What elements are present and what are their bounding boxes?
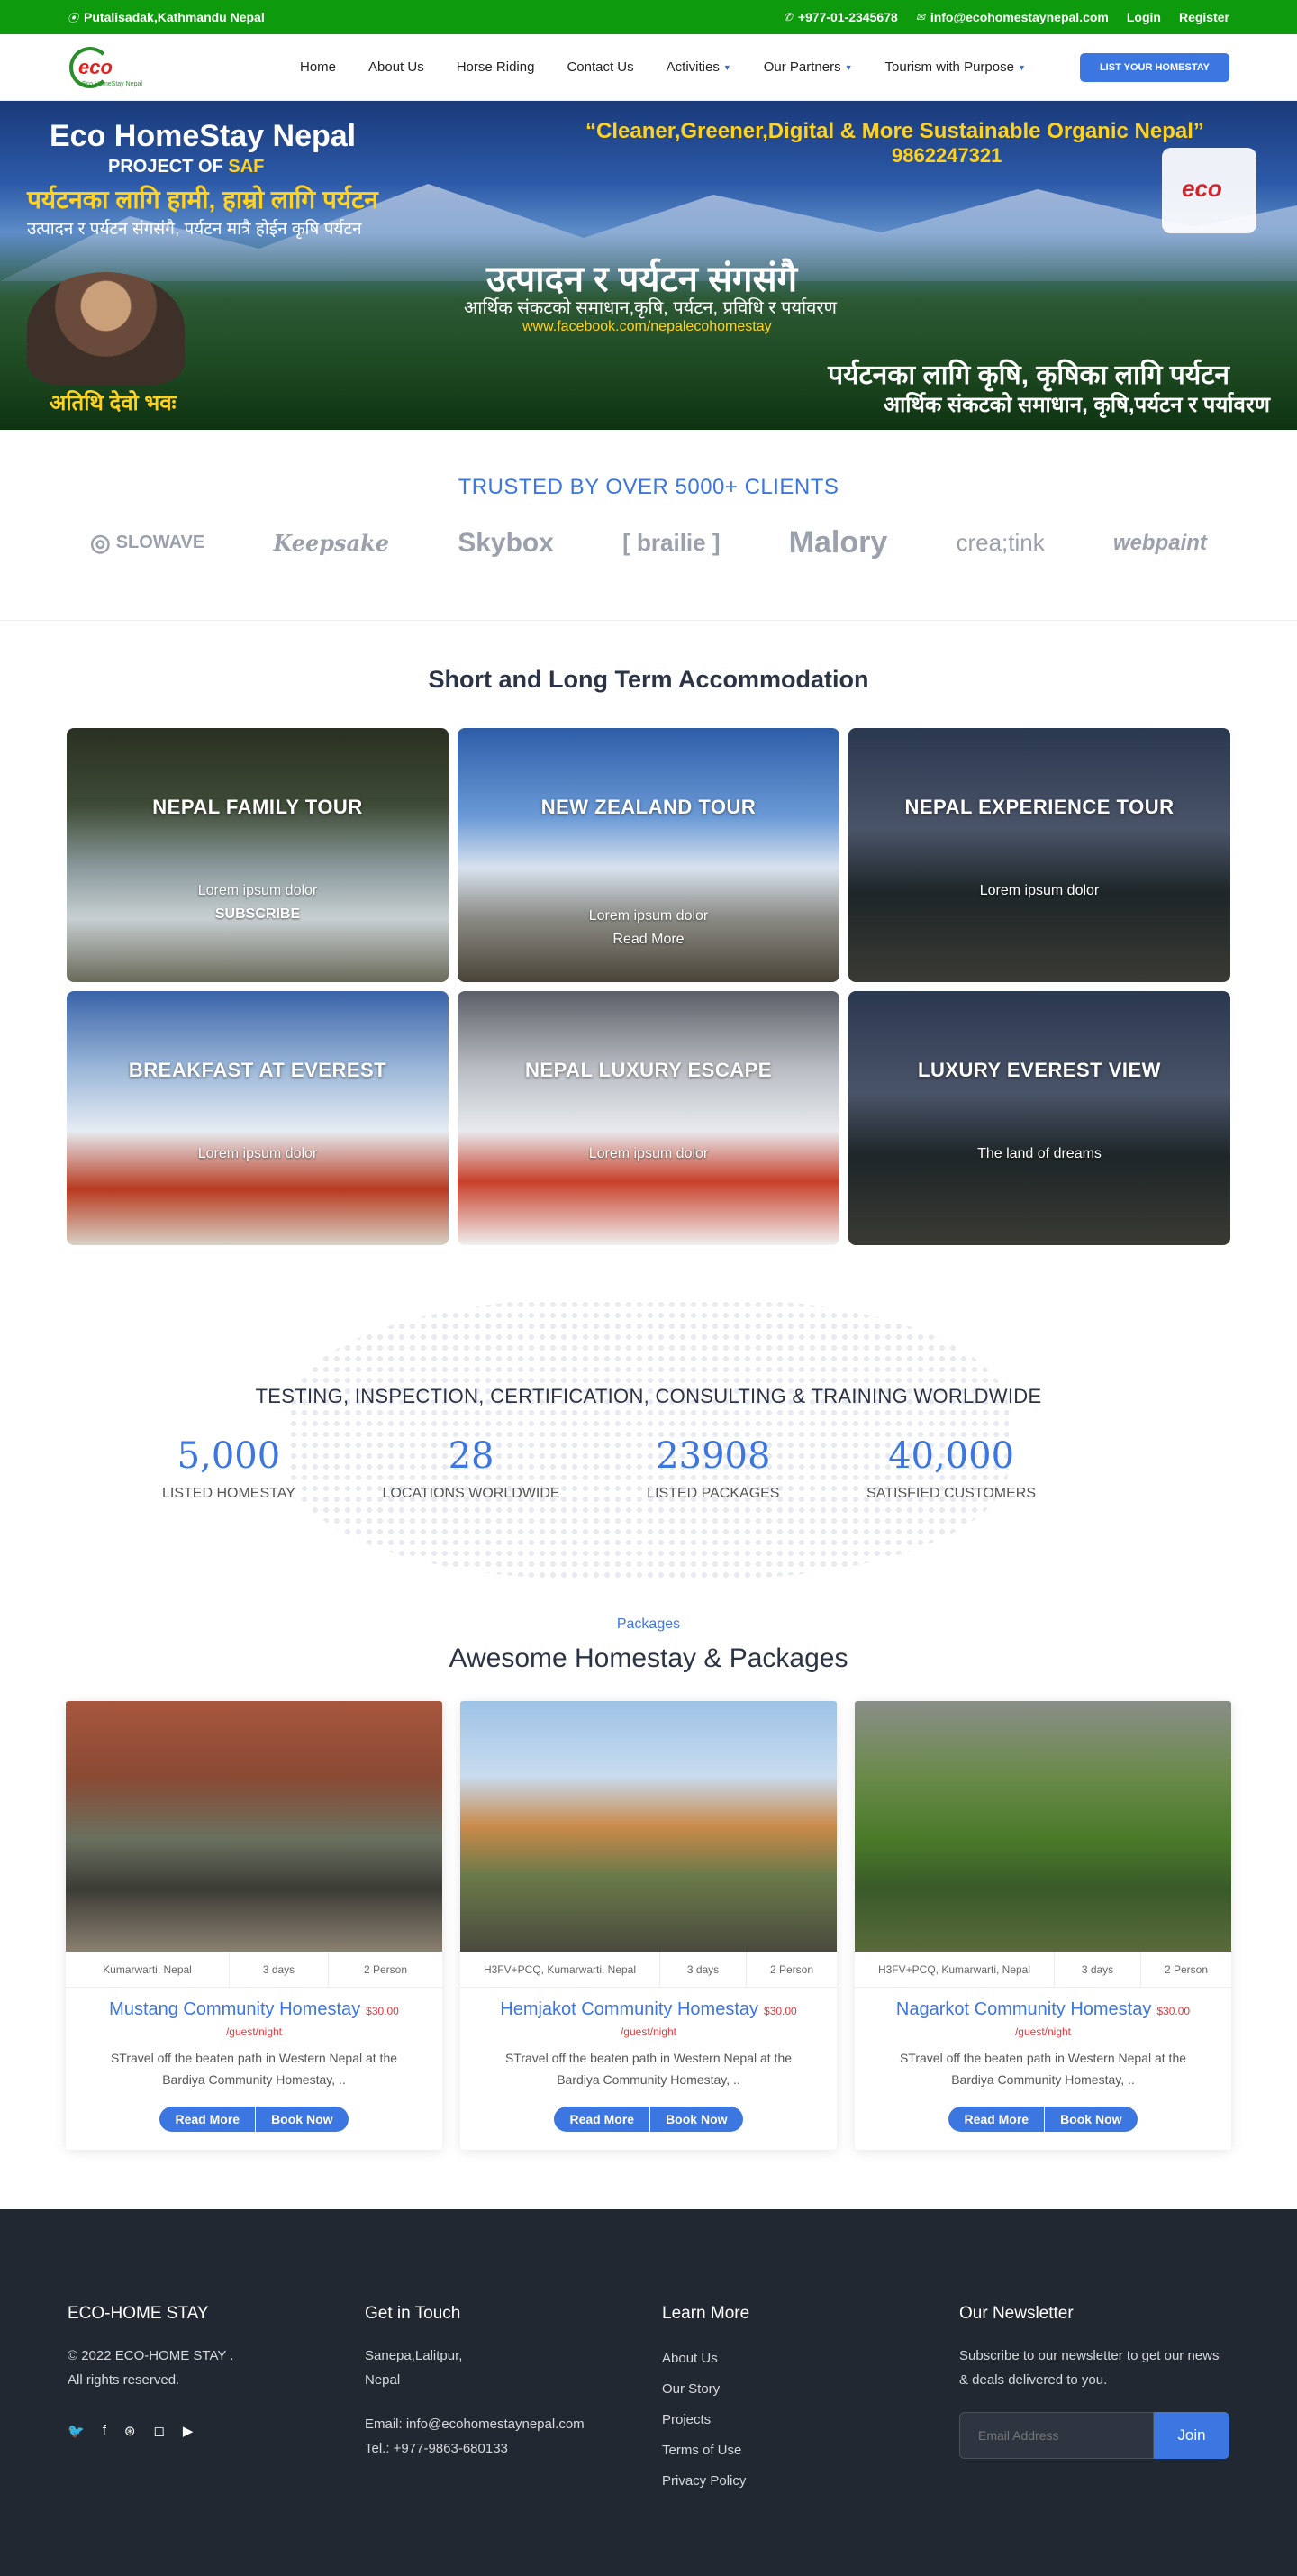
package-name[interactable]: Mustang Community Homestay	[109, 1999, 360, 2019]
brand-logo: [ brailie ]	[622, 529, 721, 556]
footer-brand: ECO-HOME STAY	[68, 2304, 209, 2323]
instagram-icon[interactable]: ◻	[153, 2423, 164, 2439]
nav-home[interactable]: Home	[284, 59, 352, 75]
stat-item: 28 LOCATIONS WORLDWIDE	[382, 1435, 560, 1501]
packages-subtitle: Packages	[616, 1616, 681, 1632]
package-card: H3FV+PCQ, Kumarwarti, Nepal 3 days 2 Perso…	[855, 1701, 1231, 2150]
read-more-button[interactable]: Read More	[159, 2107, 257, 2132]
trusted-section: TRUSTED BY OVER 5000+ CLIENTS ◎ SLOWAVE K…	[0, 430, 1297, 621]
package-image[interactable]	[66, 1701, 442, 1952]
dribbble-icon[interactable]: ⊛	[124, 2423, 136, 2439]
main-nav: eco Eco HomeStay Nepal Home About Us Hors…	[0, 34, 1297, 101]
phone-icon: ✆	[783, 11, 793, 23]
hero-facebook: www.facebook.com/nepalecohomestay	[522, 319, 772, 334]
top-bar: ⦿ Putalisadak,Kathmandu Nepal ✆ +977-01-23…	[0, 0, 1297, 34]
hero-bottom-right2: आर्थिक संकटको समाधान, कृषि,पर्यटन र पर्य…	[883, 393, 1270, 417]
location-pin-icon: ⦿	[68, 11, 79, 24]
register-link[interactable]: Register	[1179, 10, 1229, 24]
book-now-button[interactable]: Book Now	[650, 2107, 742, 2132]
hero-title: Eco HomeStay Nepal	[50, 119, 357, 153]
stat-item: 40,000 SATISFIED CUSTOMERS	[866, 1435, 1036, 1501]
package-image[interactable]	[855, 1701, 1231, 1952]
newsletter-email-input[interactable]	[959, 2412, 1154, 2459]
stats-section: TESTING, INSPECTION, CERTIFICATION, CONS…	[0, 1245, 1297, 1606]
phone-link[interactable]: ✆ +977-01-2345678	[784, 10, 898, 24]
brand-logo: ◎ SLOWAVE	[90, 529, 205, 556]
footer-link-about[interactable]: About Us	[662, 2344, 959, 2374]
hero-phone: 9862247321	[892, 144, 1002, 167]
tour-card[interactable]: BREAKFAST AT EVEREST Lorem ipsum dolor	[67, 991, 449, 1245]
package-card: H3FV+PCQ, Kumarwarti, Nepal 3 days 2 Perso…	[460, 1701, 837, 2150]
tour-card[interactable]: NEPAL FAMILY TOUR Lorem ipsum dolor SUBS…	[67, 728, 449, 982]
brand-logo: Skybox	[458, 527, 554, 558]
contact-title: Get in Touch	[365, 2304, 461, 2323]
package-name[interactable]: Nagarkot Community Homestay	[896, 1999, 1151, 2019]
brand-logo: crea;tink	[956, 529, 1045, 556]
hero-quote: “Cleaner,Greener,Digital & More Sustaina…	[585, 119, 1204, 143]
hero-nepali-line1: पर्यटनका लागि हामी, हाम्रो लागि पर्यटन	[27, 186, 378, 214]
stats-title: TESTING, INSPECTION, CERTIFICATION, CONS…	[255, 1385, 1042, 1407]
location: ⦿ Putalisadak,Kathmandu Nepal	[68, 10, 265, 24]
package-card: Kumarwarti, Nepal 3 days 2 Person Mustang …	[66, 1701, 442, 2150]
mail-icon: ✉	[915, 11, 925, 23]
footer-link-story[interactable]: Our Story	[662, 2374, 959, 2405]
learn-title: Learn More	[662, 2304, 750, 2323]
package-image[interactable]	[460, 1701, 837, 1952]
newsletter-title: Our Newsletter	[959, 2304, 1074, 2323]
facebook-icon[interactable]: f	[103, 2423, 106, 2439]
trusted-title: TRUSTED BY OVER 5000+ CLIENTS	[458, 475, 839, 499]
chevron-down-icon: ▼	[844, 62, 853, 72]
email-link[interactable]: ✉ info@ecohomestaynepal.com	[916, 10, 1109, 24]
packages-title: Awesome Homestay & Packages	[449, 1643, 848, 1673]
nav-about[interactable]: About Us	[352, 59, 440, 75]
nav-horse-riding[interactable]: Horse Riding	[440, 59, 551, 75]
youtube-icon[interactable]: ▶	[183, 2423, 194, 2439]
footer-email[interactable]: Email: info@ecohomestaynepal.com	[365, 2412, 662, 2436]
hero-nepali-line2: उत्पादन र पर्यटन संगसंगै, पर्यटन मात्रै …	[27, 220, 362, 239]
brand-logo: webpaint	[1112, 530, 1207, 555]
footer: ECO-HOME STAY © 2022 ECO-HOME STAY . All…	[0, 2209, 1297, 2576]
stat-item: 23908 LISTED PACKAGES	[647, 1435, 780, 1501]
hero-banner: Eco HomeStay Nepal PROJECT OF SAF पर्यटन…	[0, 101, 1297, 430]
nav-partners[interactable]: Our Partners ▼	[748, 59, 869, 75]
nav-tourism-purpose[interactable]: Tourism with Purpose ▼	[869, 59, 1042, 75]
list-homestay-button[interactable]: LIST YOUR HOMESTAY	[1079, 52, 1229, 82]
site-logo[interactable]: eco Eco HomeStay Nepal	[68, 41, 149, 94]
hero-project: PROJECT OF SAF	[108, 157, 265, 177]
chevron-down-icon: ▼	[1017, 62, 1026, 72]
read-more-button[interactable]: Read More	[948, 2107, 1046, 2132]
chevron-down-icon: ▼	[722, 62, 731, 72]
join-button[interactable]: Join	[1154, 2412, 1229, 2459]
twitter-icon[interactable]: 🐦	[68, 2423, 85, 2439]
hero-bottom-right1: पर्यटनका लागि कृषि, कृषिका लागि पर्यटन	[828, 360, 1229, 390]
brand-logo: Malory	[788, 525, 888, 560]
nav-contact[interactable]: Contact Us	[550, 59, 649, 75]
footer-tel[interactable]: Tel.: +977-9863-680133	[365, 2436, 662, 2461]
hero-person-image	[27, 272, 185, 385]
hero-eco-logo: eco	[1162, 148, 1256, 233]
footer-link-projects[interactable]: Projects	[662, 2405, 959, 2435]
book-now-button[interactable]: Book Now	[256, 2107, 348, 2132]
nav-activities[interactable]: Activities ▼	[650, 59, 748, 75]
tour-card[interactable]: LUXURY EVEREST VIEW The land of dreams	[848, 991, 1230, 1245]
package-name[interactable]: Hemjakot Community Homestay	[500, 1999, 758, 2019]
read-more-button[interactable]: Read More	[554, 2107, 651, 2132]
book-now-button[interactable]: Book Now	[1045, 2107, 1137, 2132]
accommodation-title: Short and Long Term Accommodation	[428, 666, 869, 693]
hero-bottom-left: अतिथि देवो भवः	[50, 391, 177, 415]
hero-center-sub: आर्थिक संकटको समाधान,कृषि, पर्यटन, प्रवि…	[464, 298, 837, 318]
tour-card[interactable]: NEPAL LUXURY ESCAPE Lorem ipsum dolor	[458, 991, 839, 1245]
footer-link-privacy[interactable]: Privacy Policy	[662, 2466, 959, 2497]
tour-card[interactable]: NEW ZEALAND TOUR Lorem ipsum dolor Read …	[458, 728, 839, 982]
footer-link-terms[interactable]: Terms of Use	[662, 2435, 959, 2466]
login-link[interactable]: Login	[1127, 10, 1161, 24]
read-more-link[interactable]: Read More	[458, 932, 839, 948]
stat-item: 5,000 LISTED HOMESTAY	[162, 1435, 295, 1501]
subscribe-link[interactable]: SUBSCRIBE	[67, 906, 449, 923]
packages-section: Packages Awesome Homestay & Packages Kum…	[0, 1606, 1297, 2150]
tour-card[interactable]: NEPAL EXPERIENCE TOUR Lorem ipsum dolor	[848, 728, 1230, 982]
brand-logo: Keepsake	[273, 530, 390, 556]
accommodation-grid: NEPAL FAMILY TOUR Lorem ipsum dolor SUBS…	[0, 728, 1297, 1245]
